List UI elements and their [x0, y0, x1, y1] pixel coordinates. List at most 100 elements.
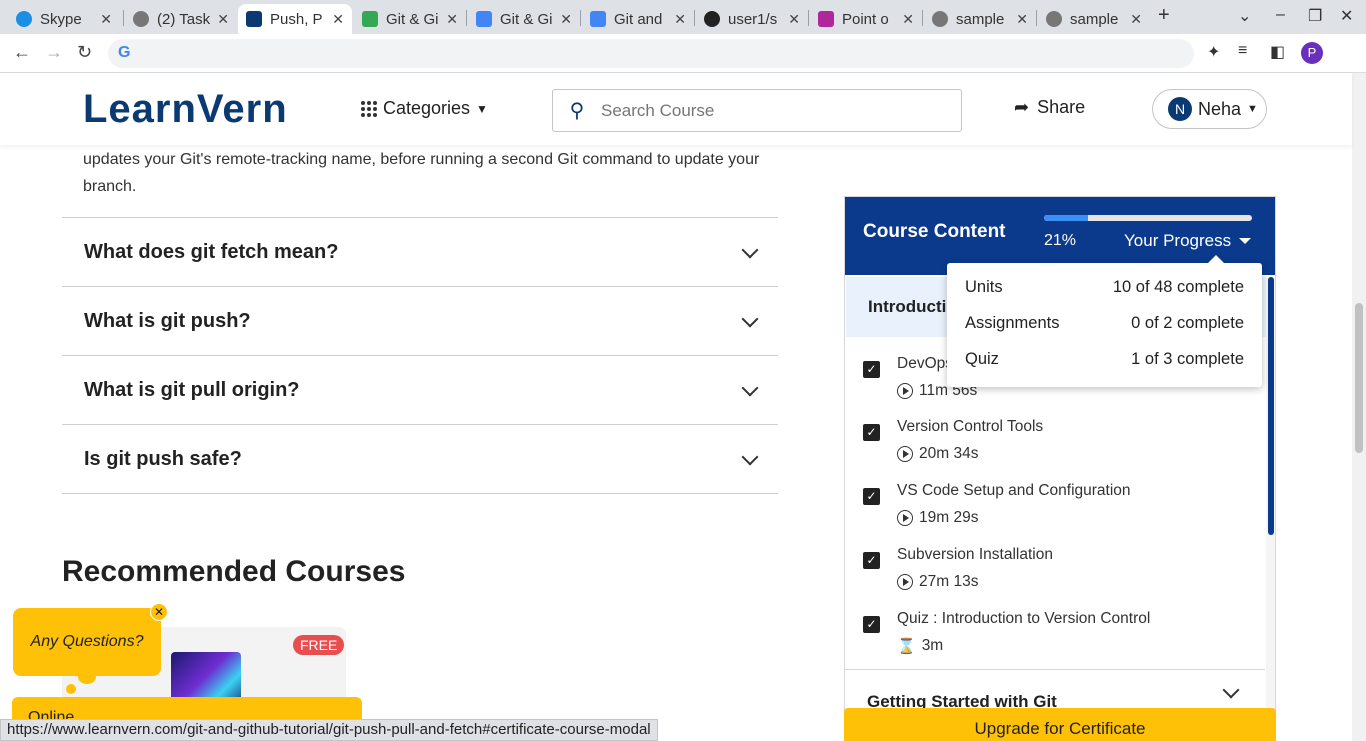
course-list-scrollbar[interactable]: [1266, 277, 1275, 740]
divider: [845, 669, 1265, 670]
close-icon[interactable]: ✕: [332, 11, 344, 28]
hourglass-icon: ⌛: [897, 638, 916, 655]
extensions-icon[interactable]: ✦: [1207, 42, 1220, 62]
chevron-down-icon: [741, 310, 759, 327]
google-docs-icon: [590, 11, 606, 27]
tab-title: Skype: [40, 10, 82, 28]
categories-menu[interactable]: Categories ▼: [361, 98, 488, 119]
browser-tab-docs-2[interactable]: Git and ✕: [582, 4, 694, 34]
media-icon[interactable]: ≡: [1238, 42, 1247, 60]
close-icon[interactable]: ✕: [1016, 11, 1028, 28]
forward-icon[interactable]: →: [45, 42, 63, 63]
maximize-icon[interactable]: ❐: [1308, 6, 1322, 26]
globe-icon: [133, 11, 149, 27]
close-icon[interactable]: ✕: [446, 11, 458, 28]
close-window-icon[interactable]: ✕: [1340, 6, 1353, 26]
globe-icon: [1046, 11, 1062, 27]
browser-tab-sample-1[interactable]: sample ✕: [924, 4, 1036, 34]
faq-item[interactable]: Is git push safe?: [62, 424, 778, 494]
lesson-item[interactable]: ✓ Subversion Installation 27m 13s: [863, 546, 1253, 596]
checkbox-checked[interactable]: ✓: [863, 361, 880, 378]
browser-tab-task[interactable]: (2) Task ✕: [125, 4, 237, 34]
any-questions-bubble[interactable]: Any Questions?: [13, 608, 161, 676]
close-icon[interactable]: ✕: [560, 11, 572, 28]
close-icon[interactable]: ✕: [150, 603, 168, 621]
avatar: N: [1168, 97, 1192, 121]
quiz-duration: ⌛ 3m: [897, 637, 943, 655]
close-icon[interactable]: ✕: [788, 11, 800, 28]
faq-item[interactable]: What does git fetch mean?: [62, 217, 778, 287]
share-button[interactable]: ➦ Share: [1014, 97, 1085, 118]
progress-bar: [1044, 215, 1252, 221]
browser-tab-docs-1[interactable]: Git & Gi ✕: [468, 4, 580, 34]
close-icon[interactable]: ✕: [1130, 11, 1142, 28]
quiz-item[interactable]: ✓ Quiz : Introduction to Version Control…: [863, 610, 1253, 660]
tab-search-icon[interactable]: ⌄: [1238, 6, 1251, 26]
lesson-title: Version Control Tools: [897, 418, 1044, 435]
play-circle-icon: [897, 446, 913, 462]
lesson-title: Subversion Installation: [897, 546, 1053, 563]
github-icon: [704, 11, 720, 27]
search-box: ⚲: [552, 89, 962, 132]
browser-tab-point[interactable]: Point o ✕: [810, 4, 922, 34]
lesson-duration: 19m 29s: [897, 509, 978, 527]
search-icon[interactable]: ⚲: [553, 98, 601, 123]
tab-title: Point o: [842, 10, 889, 28]
faq-question: What does git fetch mean?: [84, 241, 339, 263]
caret-down-icon: [1239, 238, 1252, 244]
browser-tab-strip: Skype ✕ (2) Task ✕ Push, P ✕ Git & Gi ✕ …: [0, 0, 1366, 34]
lesson-item[interactable]: ✓ VS Code Setup and Configuration 19m 29…: [863, 482, 1253, 532]
lesson-duration: 27m 13s: [897, 573, 978, 591]
user-menu[interactable]: N Neha ▼: [1152, 89, 1267, 129]
side-panel-icon[interactable]: ◧: [1270, 42, 1285, 62]
play-circle-icon: [897, 574, 913, 590]
progress-row-label: Assignments: [965, 313, 1060, 332]
checkbox-checked[interactable]: ✓: [863, 616, 880, 633]
checkbox-checked[interactable]: ✓: [863, 424, 880, 441]
play-circle-icon: [897, 510, 913, 526]
browser-tab-push[interactable]: Push, P ✕: [238, 4, 352, 34]
reload-icon[interactable]: ↻: [77, 42, 92, 63]
tab-title: sample: [956, 10, 1005, 28]
chevron-down-icon: [1222, 681, 1240, 699]
chevron-down-icon: [741, 379, 759, 396]
faq-question: Is git push safe?: [84, 448, 242, 470]
tab-title: user1/s: [728, 10, 778, 28]
browser-tab-skype[interactable]: Skype ✕: [8, 4, 120, 34]
tab-title: Git & Gi: [500, 10, 553, 28]
profile-avatar[interactable]: P: [1301, 42, 1323, 64]
page-scrollbar[interactable]: [1352, 73, 1366, 741]
your-progress-toggle[interactable]: Your Progress: [1124, 231, 1252, 251]
checkbox-checked[interactable]: ✓: [863, 552, 880, 569]
progress-row-assignments: Assignments 0 of 2 complete: [965, 305, 1244, 341]
duration-text: 19m 29s: [919, 509, 979, 526]
new-tab-button[interactable]: +: [1158, 4, 1170, 27]
close-icon[interactable]: ✕: [674, 11, 686, 28]
browser-tab-github[interactable]: user1/s ✕: [696, 4, 808, 34]
checkbox-checked[interactable]: ✓: [863, 488, 880, 505]
categories-label: Categories: [383, 98, 471, 118]
close-icon[interactable]: ✕: [902, 11, 914, 28]
play-circle-icon: [897, 383, 913, 399]
search-input[interactable]: [601, 100, 941, 121]
site-header: LearnVern Categories ▼ ⚲ ➦ Share N Neha …: [0, 73, 1352, 145]
faq-question: What is git push?: [84, 310, 251, 332]
browser-tab-sample-2[interactable]: sample ✕: [1038, 4, 1150, 34]
address-bar[interactable]: G: [108, 39, 1194, 68]
lesson-title: VS Code Setup and Configuration: [897, 482, 1131, 499]
progress-row-value: 0 of 2 complete: [1131, 313, 1244, 332]
user-name: Neha: [1198, 98, 1242, 119]
faq-item[interactable]: What is git push?: [62, 286, 778, 356]
skype-icon: [16, 11, 32, 27]
learnvern-logo[interactable]: LearnVern: [83, 87, 288, 132]
minimize-icon[interactable]: –: [1276, 6, 1285, 24]
lesson-title: DevOps: [897, 355, 953, 372]
close-icon[interactable]: ✕: [100, 11, 112, 28]
upgrade-certificate-button[interactable]: Upgrade for Certificate: [844, 708, 1276, 741]
close-icon[interactable]: ✕: [217, 11, 229, 28]
lesson-item[interactable]: ✓ Version Control Tools 20m 34s: [863, 418, 1253, 468]
faq-item[interactable]: What is git pull origin?: [62, 355, 778, 425]
google-drive-icon: [362, 11, 378, 27]
back-icon[interactable]: ←: [13, 42, 31, 63]
browser-tab-drive[interactable]: Git & Gi ✕: [354, 4, 466, 34]
